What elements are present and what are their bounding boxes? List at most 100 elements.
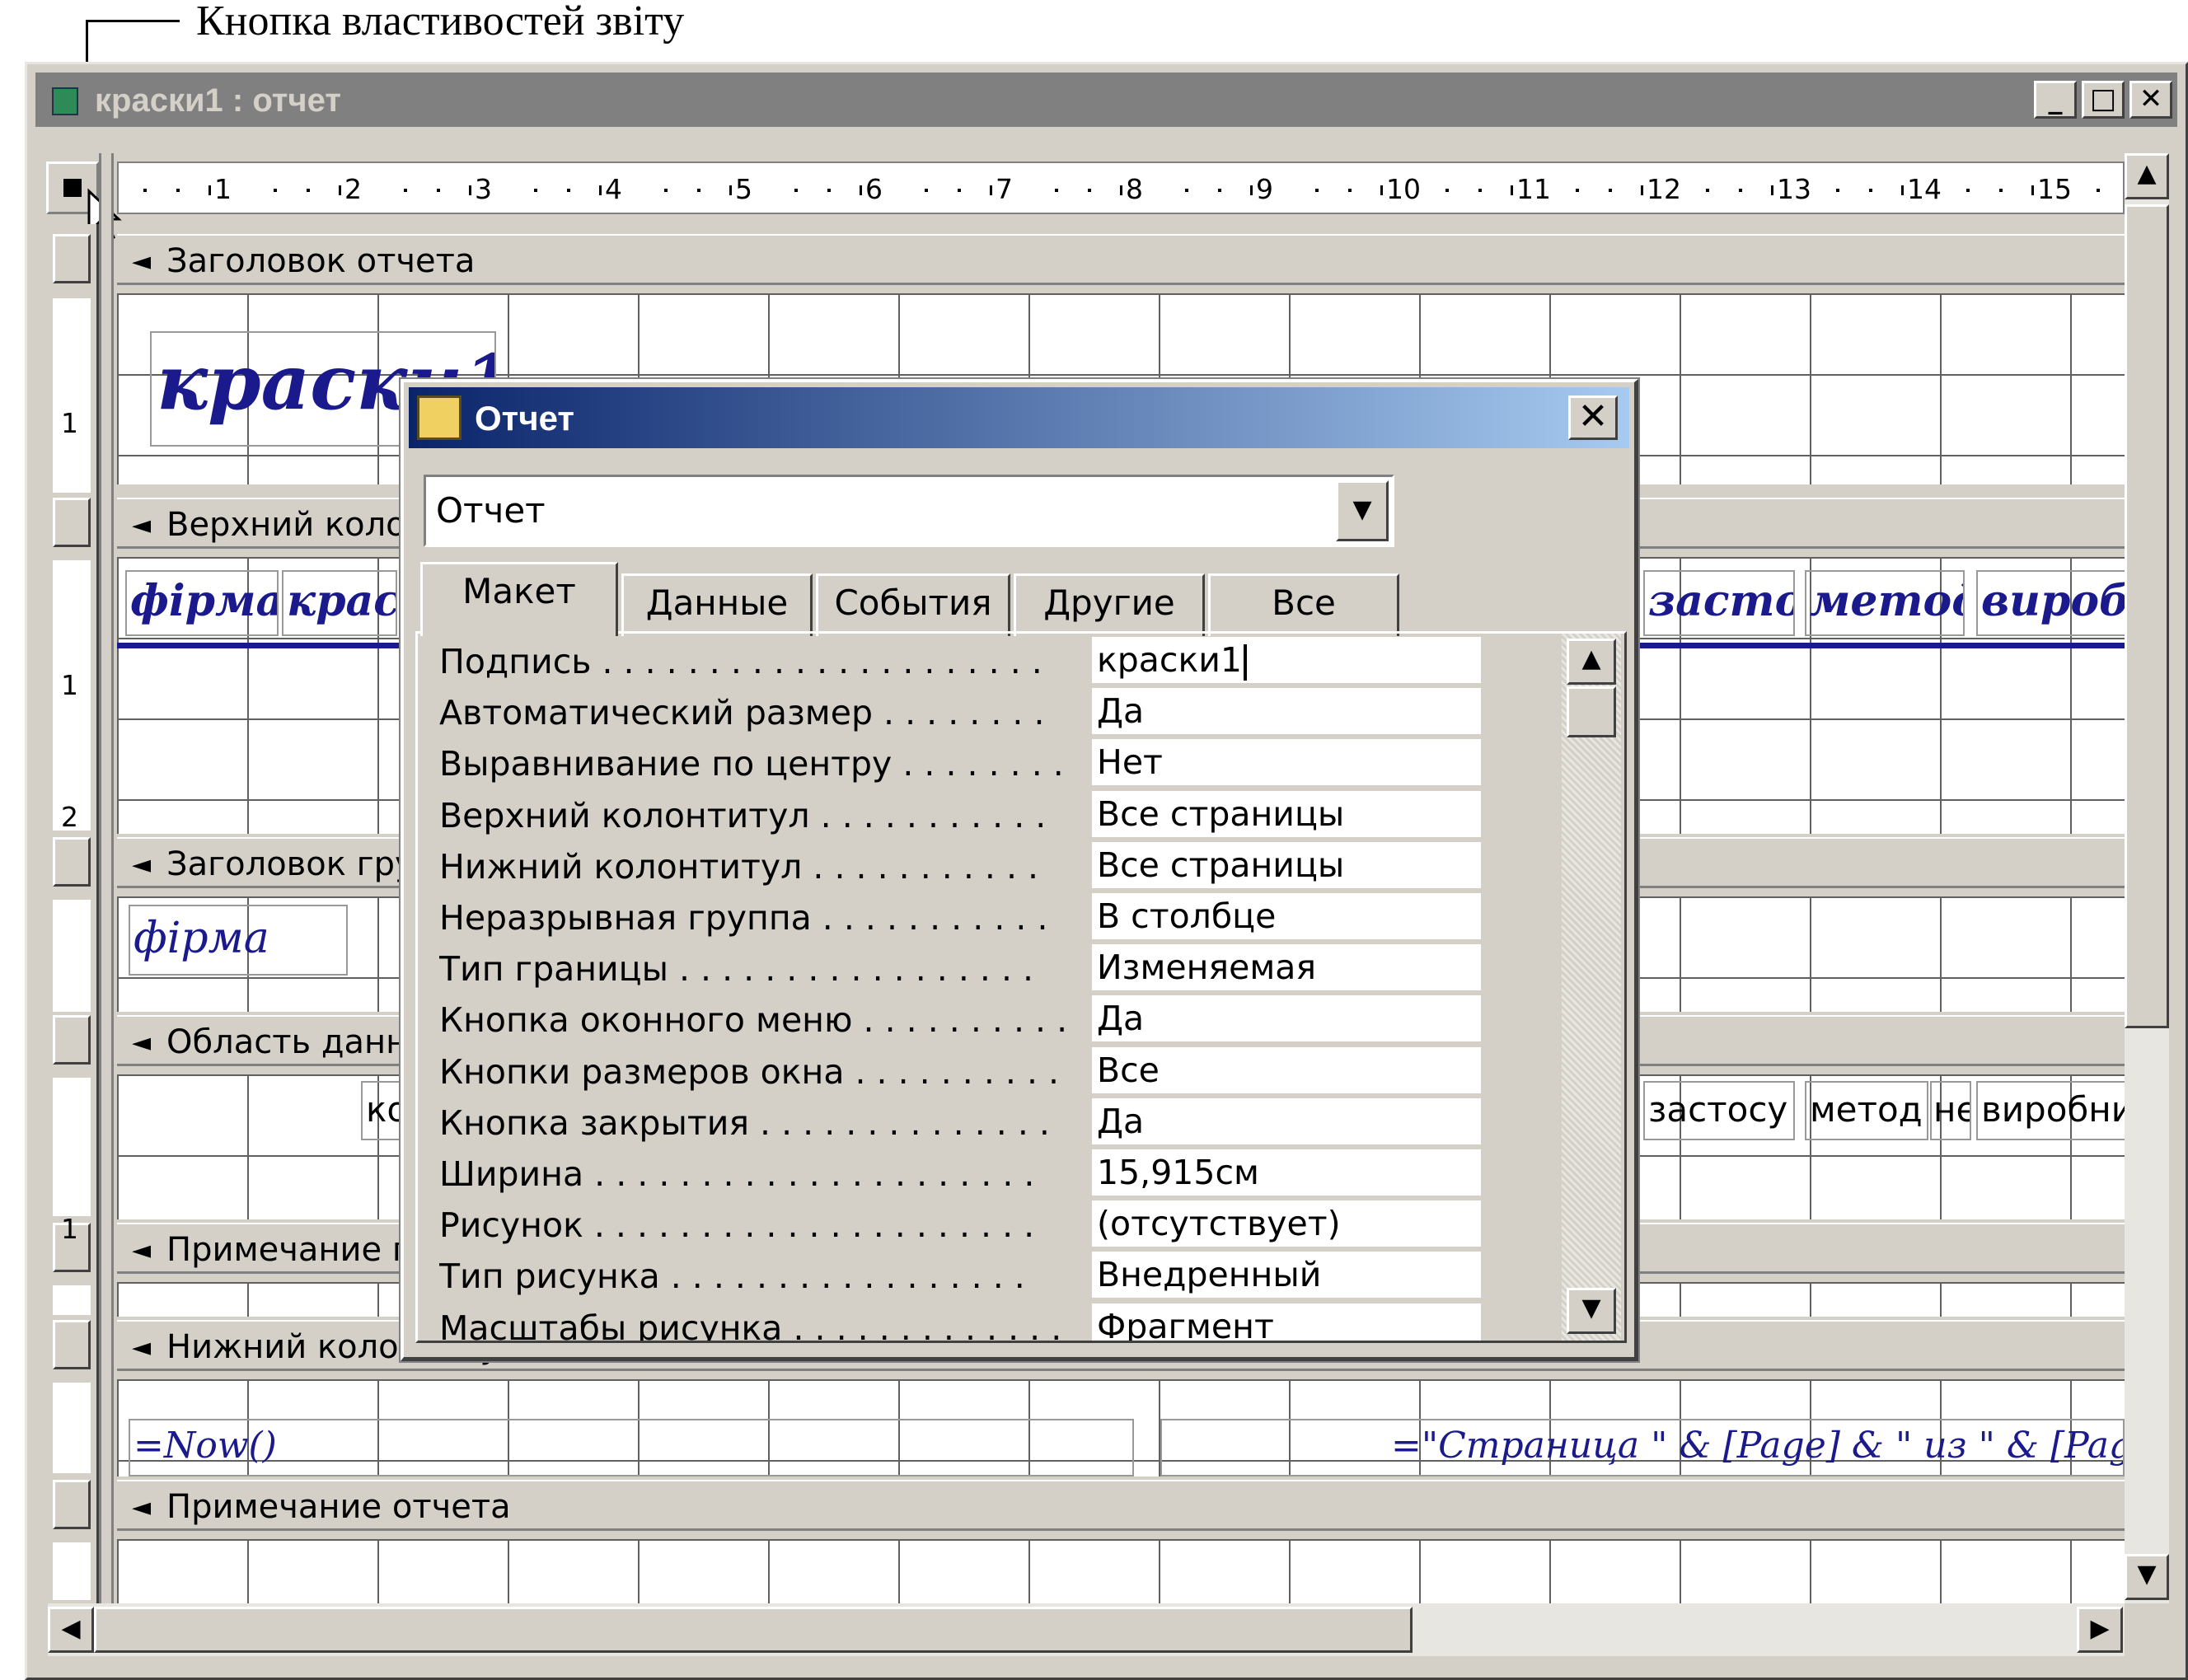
property-row[interactable]: Рисунок . . . . . . . . . . . . . . . . …	[418, 1199, 1481, 1250]
property-row[interactable]: Неразрывная группа . . . . . . . . . . .…	[418, 891, 1481, 943]
property-row[interactable]: Кнопка оконного меню . . . . . . . . . .…	[418, 994, 1481, 1045]
section-selector-report-footer[interactable]	[53, 1480, 91, 1529]
property-row[interactable]: Выравнивание по центру . . . . . . . . Не…	[418, 737, 1481, 789]
hruler-dot	[1706, 189, 1709, 192]
property-value-field[interactable]: краски1	[1092, 637, 1481, 685]
property-name: Неразрывная группа . . . . . . . . . . .	[439, 898, 1048, 938]
tab-all[interactable]: Все	[1208, 573, 1399, 636]
horizontal-scrollbar[interactable]: ◀ ▶	[48, 1603, 2125, 1656]
detail-field-method[interactable]: метод	[1805, 1081, 1928, 1140]
scroll-up-arrow-icon[interactable]: ▲	[1567, 639, 1616, 685]
property-row[interactable]: Тип границы . . . . . . . . . . . . . . …	[418, 943, 1481, 994]
hruler-tick	[1771, 185, 1773, 195]
property-value-field[interactable]: Да	[1092, 688, 1481, 737]
property-value-field[interactable]: Внедренный	[1092, 1252, 1481, 1300]
object-selector-dropdown[interactable]: Отчет ▼	[424, 475, 1394, 547]
scroll-left-arrow-icon[interactable]: ◀	[48, 1607, 94, 1653]
hruler-number: 9	[1256, 173, 1273, 205]
section-selector-group-header[interactable]	[53, 837, 91, 887]
window-title-bar[interactable]: краски1 : отчет _ □ ✕	[35, 73, 2177, 127]
property-value-field[interactable]: Да	[1092, 995, 1481, 1044]
tab-events[interactable]: События	[816, 573, 1010, 636]
property-value-field[interactable]: Все страницы	[1092, 841, 1481, 890]
section-selector-detail[interactable]	[53, 1015, 91, 1065]
hruler-number: 2	[344, 173, 362, 205]
section-selector-page-header[interactable]	[53, 498, 91, 547]
footer-now-field[interactable]: =Now()	[129, 1419, 1134, 1476]
dialog-title-bar[interactable]: Отчет ✕	[409, 387, 1629, 448]
header-label-firm[interactable]: фірма	[125, 570, 279, 636]
property-value-field[interactable]: Все страницы	[1092, 790, 1481, 839]
hruler-tick	[1250, 185, 1253, 195]
hruler-dot	[696, 189, 700, 192]
hruler-dot	[566, 189, 570, 192]
maximize-button[interactable]: □	[2082, 81, 2125, 119]
property-row[interactable]: Ширина . . . . . . . . . . . . . . . . .…	[418, 1148, 1481, 1199]
property-row[interactable]: Нижний колонтитул . . . . . . . . . . . В…	[418, 840, 1481, 891]
caption-leader-horizontal	[86, 20, 180, 22]
property-row[interactable]: Тип рисунка . . . . . . . . . . . . . . …	[418, 1250, 1481, 1301]
property-value-field[interactable]: В столбце	[1092, 893, 1481, 941]
hruler-tick	[1641, 185, 1643, 195]
scroll-right-arrow-icon[interactable]: ▶	[2077, 1607, 2123, 1653]
properties-scrollbar[interactable]: ▲ ▼	[1562, 634, 1621, 1341]
property-value: В столбце	[1097, 896, 1277, 936]
header-label-producer[interactable]: виробн	[1976, 570, 2125, 636]
section-arrow-icon: ◄	[132, 1028, 152, 1057]
hruler-number: 15	[2037, 173, 2072, 205]
header-label-usage[interactable]: засто	[1643, 570, 1795, 636]
header-label-paint[interactable]: крас	[282, 570, 397, 636]
vertical-scroll-thumb[interactable]	[2125, 204, 2169, 1028]
section-arrow-icon: ◄	[132, 1493, 152, 1522]
section-bar-report-header[interactable]: ◄ Заголовок отчета	[117, 234, 2125, 285]
ruler-segment-page-footer	[53, 1383, 91, 1473]
horizontal-ruler: 1 2 3 4 5 6 7 8 9 10 11 12 13 14 15	[117, 161, 2125, 214]
tab-data[interactable]: Данные	[621, 573, 813, 636]
property-value: Да	[1097, 691, 1145, 732]
tab-other[interactable]: Другие	[1014, 573, 1205, 636]
property-value-field[interactable]: Фрагмент	[1092, 1303, 1481, 1341]
chevron-down-icon[interactable]: ▼	[1336, 480, 1389, 541]
section-selector-report-header[interactable]	[53, 234, 91, 283]
footer-page-field[interactable]: ="Страница " & [Page] & " из " & [Pages]	[1160, 1419, 2125, 1476]
detail-field-method-2[interactable]: нє	[1930, 1081, 1971, 1140]
minimize-button[interactable]: _	[2034, 81, 2077, 119]
section-body-report-footer[interactable]	[117, 1539, 2125, 1603]
horizontal-scroll-thumb[interactable]	[94, 1607, 1413, 1653]
property-value-field[interactable]: Да	[1092, 1097, 1481, 1146]
section-body-page-footer[interactable]: =Now() ="Страница " & [Page] & " из " & …	[117, 1379, 2125, 1476]
hruler-number: 3	[475, 173, 492, 205]
detail-field-producer[interactable]: виробни	[1976, 1081, 2125, 1140]
property-row[interactable]: Верхний колонтитул . . . . . . . . . . .…	[418, 789, 1481, 840]
header-label-method[interactable]: метод	[1805, 570, 1965, 636]
property-value-field[interactable]: Все	[1092, 1046, 1481, 1095]
property-row[interactable]: Кнопки размеров окна . . . . . . . . . .…	[418, 1046, 1481, 1097]
property-row[interactable]: Подпись . . . . . . . . . . . . . . . . …	[418, 635, 1481, 686]
dialog-close-button[interactable]: ✕	[1568, 395, 1618, 440]
close-button[interactable]: ✕	[2129, 81, 2172, 119]
hruler-dot	[1998, 189, 2003, 192]
vertical-scrollbar[interactable]: ▲ ▼	[2125, 153, 2169, 1603]
properties-scroll-thumb[interactable]	[1567, 686, 1616, 737]
scroll-down-arrow-icon[interactable]: ▼	[2125, 1554, 2169, 1600]
property-value-field[interactable]: Изменяемая	[1092, 944, 1481, 993]
tab-layout[interactable]: Макет	[420, 562, 618, 636]
property-row[interactable]: Автоматический размер . . . . . . . . Да	[418, 686, 1481, 737]
report-icon	[52, 87, 78, 115]
section-selector-page-footer[interactable]	[53, 1320, 91, 1369]
property-row[interactable]: Масштабы рисунка . . . . . . . . . . . .…	[418, 1302, 1481, 1341]
property-value-field[interactable]: Нет	[1092, 739, 1481, 788]
hruler-dot	[664, 189, 668, 192]
hruler-dot	[306, 189, 310, 192]
section-arrow-icon: ◄	[132, 247, 152, 276]
scroll-up-arrow-icon[interactable]: ▲	[2125, 153, 2169, 199]
properties-icon	[417, 395, 461, 440]
section-bar-report-footer[interactable]: ◄ Примечание отчета	[117, 1480, 2125, 1531]
group-field-firm[interactable]: фірма	[129, 905, 348, 976]
property-row[interactable]: Кнопка закрытия . . . . . . . . . . . . …	[418, 1097, 1481, 1148]
property-value-field[interactable]: 15,915см	[1092, 1149, 1481, 1197]
property-value: Да	[1097, 1101, 1145, 1141]
detail-field-usage[interactable]: застосу	[1643, 1081, 1795, 1140]
property-value-field[interactable]: (отсутствует)	[1092, 1200, 1481, 1249]
scroll-down-arrow-icon[interactable]: ▼	[1567, 1288, 1616, 1334]
